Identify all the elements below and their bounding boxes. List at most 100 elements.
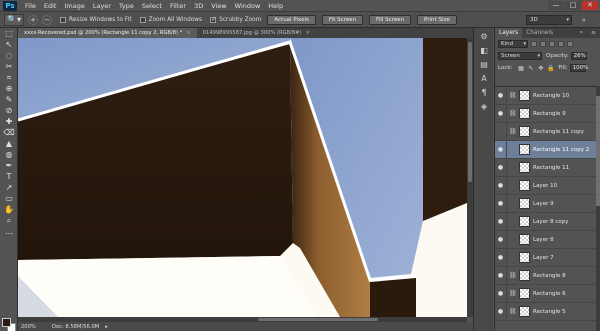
lock-all-icon[interactable]: 🔒 [547, 65, 554, 72]
lock-image-icon[interactable]: ✎ [527, 65, 534, 72]
layer-name[interactable]: Rectangle 5 [533, 309, 566, 315]
scroll-thumb[interactable] [468, 42, 472, 182]
type-tool-icon[interactable]: T [2, 172, 16, 182]
clone-stamp-tool-icon[interactable]: ✚ [2, 117, 16, 127]
panel-menu-icon[interactable]: ≡ [587, 28, 600, 38]
layer-thumbnail[interactable] [519, 234, 530, 245]
actual-pixels-button[interactable]: Actual Pixels [267, 14, 316, 25]
layer-name[interactable]: Rectangle 6 [533, 291, 566, 297]
close-tab-icon[interactable]: × [186, 28, 190, 38]
layer-name[interactable]: Rectangle 10 [533, 93, 569, 99]
layer-name[interactable]: Layer 10 [533, 183, 557, 189]
eyedropper-tool-icon[interactable]: ⊕ [2, 84, 16, 94]
layer-name[interactable]: Rectangle 11 copy 2 [533, 147, 589, 153]
color-swatches[interactable] [2, 318, 16, 331]
zoom-in-icon[interactable]: + [28, 14, 38, 25]
scroll-thumb[interactable] [596, 96, 600, 206]
layer-name[interactable]: Rectangle 11 [533, 165, 569, 171]
zoom-tool-preset-icon[interactable]: 🔍▾ [4, 13, 24, 26]
layer-thumbnail[interactable] [519, 198, 530, 209]
layer-thumbnail[interactable] [519, 90, 530, 101]
collapse-panel-icon[interactable]: » [576, 28, 588, 38]
lasso-tool-icon[interactable]: ◌ [2, 51, 16, 61]
dodge-tool-icon[interactable]: ◍ [2, 150, 16, 160]
visibility-eye-icon[interactable]: ● [495, 284, 507, 303]
pen-tool-icon[interactable]: ✒ [2, 161, 16, 171]
layer-thumbnail[interactable] [519, 108, 530, 119]
layer-row[interactable]: ● Layer 8 copy [495, 212, 600, 231]
layer-thumbnail[interactable] [519, 216, 530, 227]
search-icon[interactable]: ⌕ [578, 15, 590, 25]
properties-icon[interactable]: ⚙ [477, 32, 491, 42]
layer-name[interactable]: Layer 8 [533, 237, 554, 243]
layer-row[interactable]: ● ⛓ Rectangle 9 [495, 104, 600, 123]
document-canvas[interactable] [18, 38, 467, 317]
lock-transparent-icon[interactable]: ▦ [517, 65, 524, 72]
fill-field[interactable]: 100% [569, 64, 588, 72]
adjustments-icon[interactable]: ◧ [477, 46, 491, 56]
layer-row[interactable]: ● Layer 10 [495, 176, 600, 195]
layer-name[interactable]: Layer 8 copy [533, 219, 568, 225]
menu-window[interactable]: Window [231, 2, 265, 10]
marquee-tool-icon[interactable]: ↖ [2, 40, 16, 50]
fill-screen-button[interactable]: Fill Screen [369, 14, 412, 25]
history-icon[interactable]: ▤ [477, 60, 491, 70]
quick-select-tool-icon[interactable]: ✂ [2, 62, 16, 72]
visibility-eye-icon[interactable]: ● [495, 266, 507, 285]
filter-adjustment-icon[interactable] [540, 41, 546, 47]
filter-smart-object-icon[interactable] [567, 41, 573, 47]
layer-row[interactable]: ⛓ Rectangle 11 copy [495, 122, 600, 141]
layer-thumbnail[interactable] [519, 252, 530, 263]
layer-row[interactable]: ● ⛓ Rectangle 8 [495, 266, 600, 285]
styles-icon[interactable]: ◈ [477, 102, 491, 112]
zoom-out-icon[interactable]: − [42, 14, 52, 25]
layer-thumbnail[interactable] [519, 306, 530, 317]
document-tab-active[interactable]: xxxx-Recovered.psd @ 200% (Rectangle 11 … [18, 28, 197, 38]
visibility-eye-icon[interactable]: ● [495, 140, 507, 159]
layer-row[interactable]: ● Layer 8 [495, 230, 600, 249]
character-icon[interactable]: A [477, 74, 491, 84]
layer-thumbnail[interactable] [519, 180, 530, 191]
menu-layer[interactable]: Layer [89, 2, 115, 10]
layer-thumbnail[interactable] [519, 270, 530, 281]
crop-tool-icon[interactable]: ⌗ [2, 73, 16, 83]
layer-row[interactable]: ● Rectangle 11 [495, 158, 600, 177]
layers-scrollbar[interactable] [596, 86, 600, 331]
filter-type-icon[interactable] [549, 41, 555, 47]
visibility-eye-icon[interactable] [495, 122, 507, 141]
visibility-eye-icon[interactable]: ● [495, 212, 507, 231]
layer-name[interactable]: Layer 7 [533, 255, 554, 261]
foreground-color-swatch[interactable] [2, 318, 11, 327]
maximize-icon[interactable]: □ [565, 1, 581, 10]
layer-thumbnail[interactable] [519, 162, 530, 173]
layer-thumbnail[interactable] [519, 288, 530, 299]
print-size-button[interactable]: Print Size [417, 14, 457, 25]
menu-image[interactable]: Image [60, 2, 88, 10]
zoom-level[interactable]: 200% [18, 324, 46, 330]
layer-row[interactable]: ● Layer 7 [495, 248, 600, 267]
rectangle-tool-icon[interactable]: ▭ [2, 194, 16, 204]
workspace-select[interactable]: 3D [526, 15, 572, 25]
menu-filter[interactable]: Filter [166, 2, 190, 10]
layer-name[interactable]: Rectangle 8 [533, 273, 566, 279]
opacity-field[interactable]: 26% [570, 52, 587, 60]
layer-row[interactable]: ● ⛓ Rectangle 10 [495, 87, 600, 105]
menu-select[interactable]: Select [138, 2, 166, 10]
visibility-eye-icon[interactable]: ● [495, 230, 507, 249]
path-select-tool-icon[interactable]: ↗ [2, 183, 16, 193]
fit-screen-button[interactable]: Fit Screen [321, 14, 364, 25]
tab-layers[interactable]: Layers [495, 28, 523, 38]
menu-file[interactable]: File [21, 2, 40, 10]
layer-row[interactable]: ● Rectangle 11 copy 2 [495, 140, 600, 159]
menu-help[interactable]: Help [264, 2, 287, 10]
brush-tool-icon[interactable]: ⊘ [2, 106, 16, 116]
scrubby-zoom-checkbox[interactable]: ✓ Scrubby Zoom [210, 16, 261, 23]
visibility-eye-icon[interactable]: ● [495, 194, 507, 213]
layer-name[interactable]: Rectangle 9 [533, 111, 566, 117]
close-icon[interactable]: ✕ [582, 1, 598, 10]
visibility-eye-icon[interactable]: ● [495, 248, 507, 267]
zoom-tool-icon[interactable]: ⌕ [2, 216, 16, 226]
paragraph-icon[interactable]: ¶ [477, 88, 491, 98]
layer-name[interactable]: Layer 9 [533, 201, 554, 207]
scroll-thumb[interactable] [258, 318, 378, 321]
